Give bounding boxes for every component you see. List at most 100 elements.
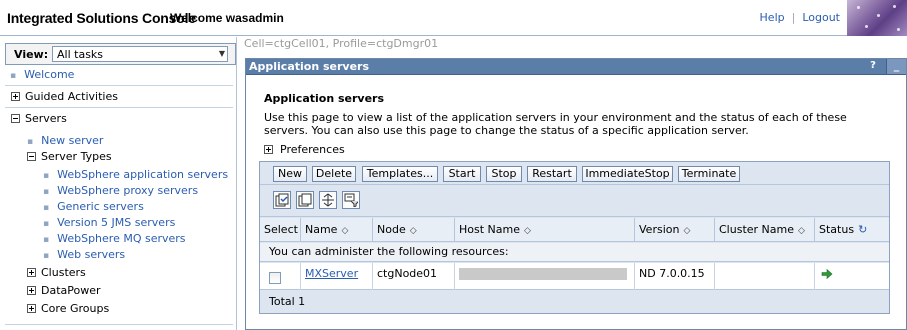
navigation-tree: View: All tasks ▼ ▪ Welcome Guided Activi…: [0, 37, 237, 330]
refresh-icon[interactable]: ↻: [858, 223, 867, 236]
delete-button[interactable]: Delete: [312, 166, 356, 182]
bullet-icon: ▪: [43, 187, 50, 197]
column-select-label: Select: [264, 223, 298, 236]
nav-new-server[interactable]: ▪ New server: [27, 134, 103, 147]
portlet-header-title: Application servers: [249, 60, 370, 73]
nav-server-type-label: Generic servers: [57, 200, 144, 213]
console-title: Integrated Solutions Console: [7, 10, 196, 26]
admin-note-row: You can administer the following resourc…: [260, 243, 889, 262]
nav-server-type-item[interactable]: ▪ WebSphere MQ servers: [43, 232, 186, 245]
start-button[interactable]: Start: [443, 166, 481, 182]
select-all-icon[interactable]: [273, 191, 291, 209]
column-host-name[interactable]: Host Name ◇: [455, 218, 635, 242]
bullet-icon: ▪: [43, 219, 50, 229]
bullet-icon: ▪: [43, 251, 50, 261]
stop-button[interactable]: Stop: [486, 166, 522, 182]
nav-guided-activities[interactable]: Guided Activities: [11, 90, 118, 103]
nav-servers[interactable]: Servers: [11, 112, 67, 125]
cluster-name-cell: [715, 263, 815, 290]
total-row: Total 1: [260, 291, 889, 313]
server-name-link[interactable]: MXServer: [305, 267, 358, 280]
filter-icon[interactable]: [342, 191, 360, 209]
select-cell: [260, 263, 301, 290]
welcome-user: Welcome wasadmin: [170, 11, 284, 25]
logout-link[interactable]: Logout: [802, 11, 840, 24]
column-name-label: Name: [305, 223, 338, 236]
column-node[interactable]: Node ◇: [373, 218, 455, 242]
node-cell: ctgNode01: [373, 263, 455, 290]
view-selector: View: All tasks ▼: [5, 43, 236, 65]
column-cluster-name[interactable]: Cluster Name ◇: [715, 218, 815, 242]
expand-plus-icon[interactable]: [27, 304, 36, 313]
sort-icon[interactable]: ◇: [683, 226, 690, 236]
bullet-icon: ▪: [10, 71, 17, 81]
preferences-label: Preferences: [280, 143, 345, 156]
nav-servers-label: Servers: [25, 112, 67, 125]
nav-new-server-label: New server: [41, 134, 104, 147]
column-version[interactable]: Version ◇: [635, 218, 715, 242]
nav-server-type-item[interactable]: ▪ Version 5 JMS servers: [43, 216, 175, 229]
table-header-row: Select Name ◇ Node ◇ Host Name ◇ Version ◇ C…: [260, 218, 889, 242]
page-description: Use this page to view a list of the appl…: [264, 111, 847, 137]
cell-profile-context: Cell=ctgCell01, Profile=ctgDmgr01: [244, 37, 439, 50]
sort-icon[interactable]: ◇: [524, 226, 531, 236]
name-cell: MXServer: [301, 263, 373, 290]
bullet-icon: ▪: [27, 137, 34, 147]
immediate-stop-button[interactable]: ImmediateStop: [582, 166, 673, 182]
nav-server-type-item[interactable]: ▪ WebSphere proxy servers: [43, 184, 198, 197]
view-select[interactable]: All tasks ▼: [52, 46, 228, 62]
top-banner: Integrated Solutions Console Welcome was…: [0, 0, 907, 36]
version-cell: ND 7.0.0.15: [635, 263, 715, 290]
expand-plus-icon[interactable]: [27, 268, 36, 277]
help-icon[interactable]: ?: [866, 60, 880, 73]
expand-plus-icon[interactable]: [11, 92, 20, 101]
expand-plus-icon[interactable]: [27, 286, 36, 295]
chevron-down-icon[interactable]: ▼: [217, 47, 227, 61]
status-cell: [815, 263, 889, 290]
row-select-checkbox[interactable]: [269, 272, 281, 284]
nav-server-type-item[interactable]: ▪ Web servers: [43, 248, 125, 261]
nav-server-types[interactable]: Server Types: [27, 150, 112, 163]
nav-server-type-label: WebSphere application servers: [57, 168, 229, 181]
view-select-value: All tasks: [57, 48, 104, 61]
column-name[interactable]: Name ◇: [301, 218, 373, 242]
nav-clusters[interactable]: Clusters: [27, 266, 86, 279]
sort-icon[interactable]: ◇: [798, 226, 805, 236]
column-node-label: Node: [377, 223, 406, 236]
nav-clusters-label: Clusters: [41, 266, 86, 279]
nav-server-type-label: Version 5 JMS servers: [57, 216, 176, 229]
table-row: MXServer ctgNode01 ND 7.0.0.15: [260, 263, 889, 290]
templates-button[interactable]: Templates...: [362, 166, 438, 182]
started-arrow-icon: [821, 268, 833, 280]
nav-server-type-item[interactable]: ▪ Generic servers: [43, 200, 144, 213]
expand-icon[interactable]: [319, 191, 337, 209]
banner-links: Help | Logout: [760, 11, 840, 24]
nav-server-type-label: Web servers: [57, 248, 126, 261]
view-label: View:: [14, 48, 49, 61]
minimize-button[interactable]: _: [886, 59, 906, 74]
table-icon-bar: [260, 186, 889, 217]
application-servers-portlet: Application servers ? _ Application serv…: [245, 58, 907, 330]
nav-datapower-label: DataPower: [41, 284, 101, 297]
page-title: Application servers: [264, 92, 385, 105]
preferences-toggle[interactable]: Preferences: [264, 143, 345, 156]
sort-icon[interactable]: ◇: [341, 226, 348, 236]
sort-icon[interactable]: ◇: [410, 226, 417, 236]
deselect-all-icon[interactable]: [296, 191, 314, 209]
nav-datapower[interactable]: DataPower: [27, 284, 101, 297]
nav-welcome[interactable]: ▪ Welcome: [10, 68, 74, 81]
collapse-minus-icon[interactable]: [11, 114, 20, 123]
terminate-button[interactable]: Terminate: [678, 166, 740, 182]
nav-server-type-label: WebSphere proxy servers: [57, 184, 199, 197]
restart-button[interactable]: Restart: [527, 166, 577, 182]
banner-graphic: [847, 0, 907, 36]
host-name-cell: [455, 263, 635, 290]
help-link[interactable]: Help: [760, 11, 785, 24]
collapse-minus-icon[interactable]: [27, 152, 36, 161]
nav-server-type-item[interactable]: ▪ WebSphere application servers: [43, 168, 228, 181]
new-button[interactable]: New: [273, 166, 307, 182]
nav-core-groups[interactable]: Core Groups: [27, 302, 109, 315]
expand-plus-icon[interactable]: [264, 145, 273, 154]
divider: [5, 324, 233, 325]
column-status: Status ↻: [815, 218, 889, 242]
